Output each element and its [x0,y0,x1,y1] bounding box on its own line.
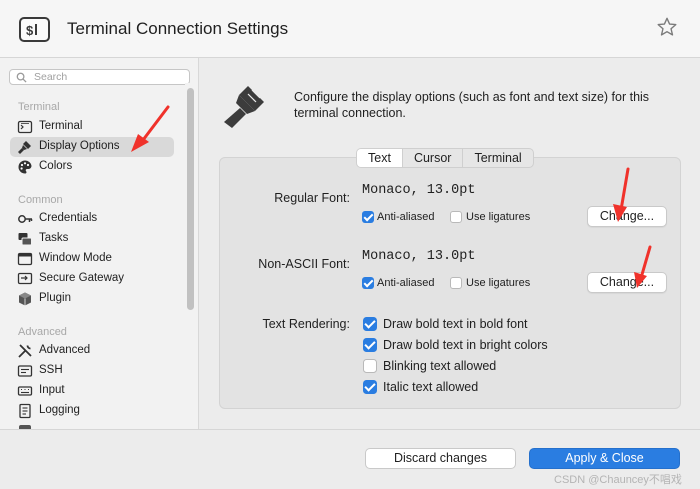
sidebar-item-label: Secure Gateway [39,272,125,284]
annotation-arrow-icon [131,105,170,152]
search-input[interactable] [34,70,184,84]
italic-text-checkbox[interactable] [363,380,377,394]
section-title-common: Common [18,194,63,206]
sidebar-item-tasks[interactable]: Tasks [10,229,174,249]
brush-icon [18,141,31,154]
regular-ligatures-label: Use ligatures [466,211,531,223]
non-ascii-font-change-button[interactable]: Change... [587,272,667,293]
sidebar-item-label: Logging [39,404,80,416]
non-ascii-font-label: Non-ASCII Font: [258,257,350,271]
non-ascii-anti-aliased-checkbox[interactable] [362,277,374,289]
tab-text[interactable]: Text [357,149,403,167]
sidebar-item-label: Display Options [39,140,120,152]
watermark-text: CSDN @Chauncey不唱戏 [554,474,682,486]
blinking-text-label: Blinking text allowed [383,359,497,373]
search-icon [16,72,27,83]
bright-colors-checkbox[interactable] [363,338,377,352]
regular-ligatures-checkbox[interactable] [450,211,462,223]
non-ascii-font-value: Monaco, 13.0pt [362,249,476,264]
sidebar-item-partial [10,421,174,429]
sidebar-item-label: Advanced [39,344,91,356]
sidebar-item-ssh[interactable]: SSH [10,361,174,381]
regular-font-label: Regular Font: [274,191,350,205]
tab-bar: Text Cursor Terminal [356,148,534,168]
sidebar-item-plugin[interactable]: Plugin [10,289,174,309]
non-ascii-ligatures-checkbox[interactable] [450,277,462,289]
svg-text:$: $ [26,23,34,38]
regular-anti-aliased-label: Anti-aliased [377,211,435,223]
settings-window: $ Terminal Connection Settings Terminal … [0,0,700,489]
regular-anti-aliased-checkbox[interactable] [362,211,374,223]
italic-text-label: Italic text allowed [383,380,479,394]
bold-font-label: Draw bold text in bold font [383,317,528,331]
sidebar-item-label: Terminal [39,120,83,132]
tab-cursor[interactable]: Cursor [403,149,464,167]
window-icon [17,252,33,266]
sidebar-scroll-thumb[interactable] [187,88,194,310]
key-icon [18,215,33,223]
page-description: Configure the display options (such as f… [294,90,650,120]
sidebar-item-window-mode[interactable]: Window Mode [10,249,174,269]
sidebar-item-advanced[interactable]: Advanced [10,341,174,361]
text-rendering-label: Text Rendering: [262,317,350,331]
non-ascii-anti-aliased-label: Anti-aliased [377,277,435,289]
palette-icon [18,160,32,174]
terminal-icon [17,120,33,134]
favorite-star-icon[interactable] [656,16,678,38]
sidebar-item-label: Credentials [39,212,98,224]
terminal-app-icon: $ [19,17,50,42]
sidebar-item-secure-gateway[interactable]: Secure Gateway [10,269,174,289]
section-title-terminal: Terminal [18,101,60,113]
sidebar-item-colors[interactable]: Colors [10,157,174,177]
regular-font-value: Monaco, 13.0pt [362,183,476,198]
gateway-icon [17,272,33,285]
sidebar-item-credentials[interactable]: Credentials [10,209,174,229]
cube-icon [19,292,31,306]
sidebar-item-label: Input [39,384,65,396]
sidebar-item-label: Colors [39,160,73,172]
annotation-arrow-icon [613,167,630,222]
search-box[interactable] [9,69,190,85]
footer-bar: Discard changes Apply & Close CSDN @Chau… [0,429,700,489]
annotation-arrow-icon [634,245,652,288]
tab-terminal[interactable]: Terminal [463,149,532,167]
sidebar-item-label: Tasks [39,232,69,244]
main-pane: Configure the display options (such as f… [200,58,700,429]
display-options-brush-icon [224,86,264,128]
discard-changes-button[interactable]: Discard changes [365,448,516,469]
tools-icon [18,344,32,358]
sidebar-item-input[interactable]: Input [10,381,174,401]
bright-colors-label: Draw bold text in bright colors [383,338,548,352]
window-title: Terminal Connection Settings [67,19,289,38]
apply-close-button[interactable]: Apply & Close [529,448,680,469]
section-title-advanced: Advanced [18,326,67,338]
logging-icon [19,403,31,419]
sidebar-item-label: SSH [39,364,63,376]
bold-font-checkbox[interactable] [363,317,377,331]
non-ascii-ligatures-label: Use ligatures [466,277,531,289]
sidebar-item-label: Window Mode [39,252,112,264]
sidebar-item-label: Plugin [39,292,71,304]
ssh-icon [17,365,33,377]
tasks-icon [18,233,32,246]
keyboard-icon [17,386,33,396]
title-bar: $ Terminal Connection Settings [0,0,700,58]
sidebar-item-logging[interactable]: Logging [10,401,174,421]
blinking-text-checkbox[interactable] [363,359,377,373]
